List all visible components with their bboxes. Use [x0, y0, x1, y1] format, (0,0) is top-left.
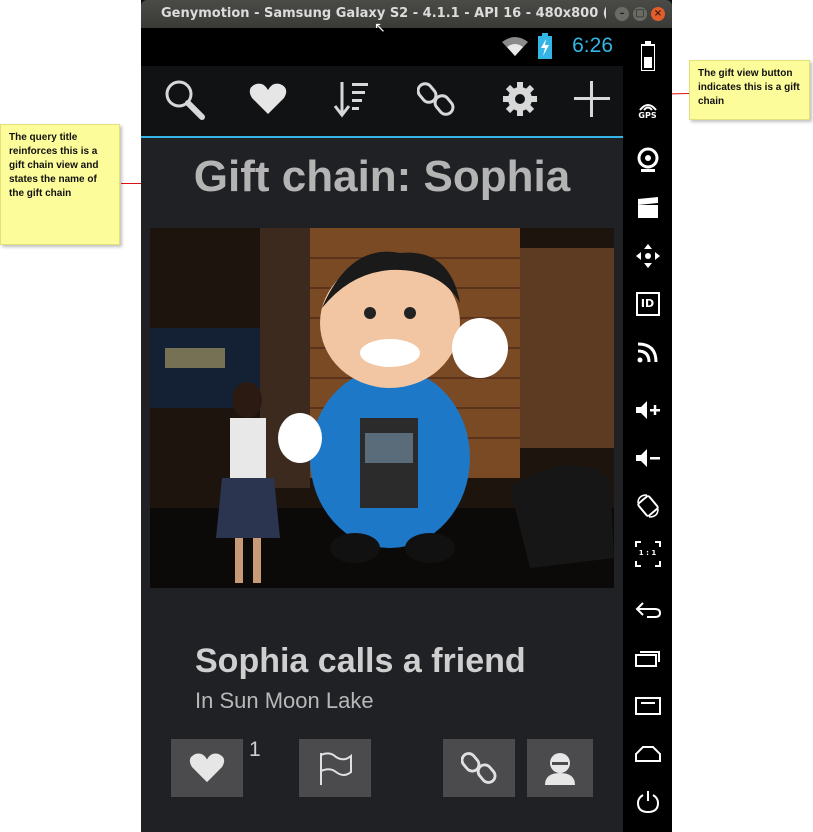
mouse-cursor-icon: ↖ — [374, 20, 386, 36]
recent-apps-icon — [634, 651, 660, 667]
volume-down-icon — [635, 449, 660, 467]
back-icon — [635, 602, 661, 618]
flag-icon — [320, 752, 352, 785]
dpad-control[interactable] — [623, 236, 672, 276]
volume-down-control[interactable] — [623, 438, 672, 478]
favorites-button[interactable] — [243, 74, 293, 124]
battery-control[interactable] — [623, 36, 672, 76]
action-bar — [141, 66, 623, 138]
wifi-icon — [502, 37, 528, 56]
recent-apps-control[interactable] — [623, 638, 672, 678]
emulator-window: Genymotion - Samsung Galaxy S2 - 4.1.1 -… — [141, 0, 672, 832]
scale-label: 1 : 1 — [638, 549, 657, 557]
device-id-control[interactable]: ID — [623, 284, 672, 324]
power-control[interactable] — [623, 782, 672, 822]
search-icon — [165, 80, 205, 120]
emulator-side-panel: GPS ID 1: 1 — [623, 28, 672, 832]
volume-up-control[interactable] — [623, 390, 672, 430]
annotation-gift-view-button: The gift view button indicates this is a… — [689, 60, 810, 120]
rotate-control[interactable] — [623, 486, 672, 526]
gift-chain-view-button[interactable] — [411, 74, 461, 124]
menu-control[interactable] — [623, 686, 672, 726]
add-plus-icon — [574, 81, 610, 117]
maximize-button[interactable]: □ — [633, 7, 647, 21]
scale-control[interactable]: 1 : 1 — [623, 534, 672, 574]
cast-control[interactable] — [623, 332, 672, 372]
gps-signal-icon — [638, 103, 657, 111]
gift-chain-button[interactable] — [443, 739, 515, 797]
gift-title: Sophia calls a friend — [195, 642, 526, 680]
home-icon — [634, 746, 661, 762]
settings-gear-icon — [503, 82, 537, 116]
query-title: Gift chain: Sophia — [193, 152, 571, 201]
like-button[interactable] — [171, 739, 243, 797]
dpad-icon — [635, 244, 660, 268]
home-control[interactable] — [623, 734, 672, 774]
menu-icon — [634, 697, 661, 715]
device-id-label: ID — [640, 297, 655, 310]
heart-icon — [189, 753, 225, 783]
heart-icon — [249, 83, 287, 114]
window-titlebar[interactable]: Genymotion - Samsung Galaxy S2 - 4.1.1 -… — [141, 0, 672, 28]
settings-button[interactable] — [495, 74, 545, 124]
close-button[interactable]: × — [651, 7, 665, 21]
battery-charging-icon — [538, 33, 552, 59]
battery-icon — [640, 41, 655, 71]
sort-button[interactable] — [327, 74, 377, 124]
power-icon — [636, 791, 659, 814]
sort-icon — [333, 82, 368, 118]
like-count: 1 — [249, 738, 261, 761]
device-id-icon: ID — [635, 292, 660, 316]
gift-location: In Sun Moon Lake — [195, 688, 374, 713]
screencast-control[interactable] — [623, 188, 672, 228]
gps-label: GPS — [638, 110, 657, 120]
volume-up-icon — [635, 401, 660, 419]
back-control[interactable] — [623, 590, 672, 630]
webcam-icon — [637, 147, 658, 172]
rotate-icon — [636, 494, 659, 518]
cast-icon — [637, 342, 657, 363]
gift-photo[interactable] — [150, 228, 614, 588]
scale-icon: 1 : 1 — [634, 541, 661, 567]
add-button[interactable] — [567, 74, 617, 124]
chain-link-icon — [417, 82, 455, 116]
annotation-query-title: The query title reinforces this is a gif… — [0, 124, 120, 245]
profile-icon — [545, 753, 575, 785]
minimize-button[interactable]: – — [615, 7, 629, 21]
webcam-control[interactable] — [623, 140, 672, 180]
search-button[interactable] — [159, 74, 209, 124]
window-title: Genymotion - Samsung Galaxy S2 - 4.1.1 -… — [161, 6, 606, 21]
phone-screen: 6:26 Gift chain: Sophia Sophia calls a f… — [141, 28, 623, 832]
flag-button[interactable] — [299, 739, 371, 797]
status-time: 6:26 — [572, 34, 613, 57]
gift-photo-image — [150, 228, 614, 588]
profile-button[interactable] — [527, 739, 593, 797]
gps-control[interactable]: GPS — [623, 90, 672, 130]
chain-link-icon — [461, 752, 497, 784]
clapper-icon — [637, 197, 658, 218]
